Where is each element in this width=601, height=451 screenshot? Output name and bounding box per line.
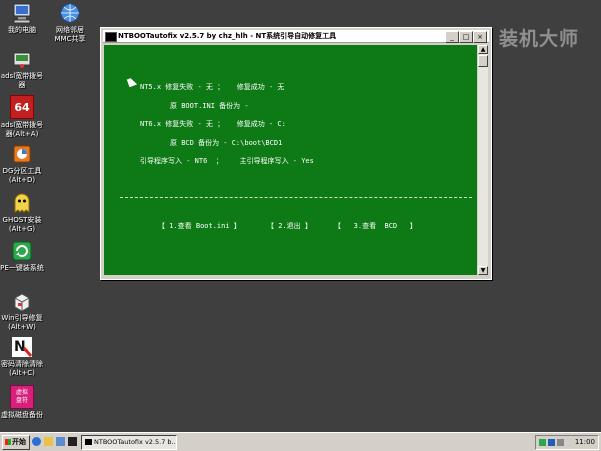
taskbar: 开始 NTBOOTautofix v2.5.7 b... 11:00 xyxy=(0,432,601,451)
bootini-backup-line: 原 BOOT.INI 备份为 - xyxy=(170,102,249,110)
desktop-icon-ghost[interactable]: GHOST安装 (Alt+G) xyxy=(0,192,48,234)
desktop-icon-dg[interactable]: DG分区工具 (Alt+D) xyxy=(0,143,48,185)
ie-icon[interactable] xyxy=(32,437,41,446)
windows-flag-icon xyxy=(5,439,11,445)
clock[interactable]: 11:00 xyxy=(575,436,595,449)
taskbar-item-label: NTBOOTautofix v2.5.7 b... xyxy=(94,438,177,446)
scroll-down-button[interactable]: ▼ xyxy=(478,266,488,275)
volume-tray-icon[interactable] xyxy=(557,439,564,446)
maximize-button[interactable]: □ xyxy=(459,31,473,43)
system-tray: 11:00 xyxy=(535,435,599,450)
desktop-icon-label: DG分区工具 (Alt+D) xyxy=(2,167,42,184)
bcd-backup-line: 原 BCD 备份为 - C:\boot\BCD1 xyxy=(170,139,283,147)
icon-badge-text: 虚拟 盘符 xyxy=(15,389,28,404)
console-icon xyxy=(105,32,117,42)
desktop-icon-label: adsl宽带拨号 器 xyxy=(0,72,44,89)
cmd-icon[interactable] xyxy=(68,437,77,446)
computer-icon xyxy=(11,2,33,24)
desktop-icon-adsl[interactable]: adsl宽带拨号 器 xyxy=(0,48,48,90)
ghost-icon xyxy=(11,192,33,214)
console-output[interactable]: NT5.x 修复失败 - 无 ； 修复成功 - 无 原 BOOT.INI 备份为… xyxy=(104,45,477,275)
network-globe-icon xyxy=(59,2,81,24)
desktop-icon-label: 我的电脑 xyxy=(8,26,36,34)
menu-option-exit[interactable]: 【 2.退出 】 xyxy=(267,221,312,231)
boot-write-line: 引导程序写入 - NT6 ； 主引导程序写入 - Yes xyxy=(140,157,314,165)
window-title: NTBOOTautofix v2.5.7 by chz_hlh - NT系统引导… xyxy=(118,32,337,40)
network-tray-icon[interactable] xyxy=(539,439,546,446)
desktop-icon-label: Win引导修复 (Alt+W) xyxy=(1,314,43,331)
vertical-scrollbar[interactable]: ▲ ▼ xyxy=(478,45,488,275)
desktop-icon-disk-tool[interactable]: 虚拟 盘符 虚拟磁盘备份 xyxy=(0,385,48,420)
icon-badge-text: 64 xyxy=(14,101,30,114)
start-label: 开始 xyxy=(12,438,26,446)
menu-option-view-bcd[interactable]: 【 3.查看 BCD 】 xyxy=(334,221,417,231)
adsl-icon xyxy=(11,48,33,70)
nt6-status-line: NT6.x 修复失败 - 无 ； 修复成功 - C: xyxy=(140,120,286,128)
desktop-icon-my-computer[interactable]: 我的电脑 xyxy=(0,2,48,35)
desktop-icon-pe-oneclick[interactable]: PE一键装系统 xyxy=(0,240,48,273)
minimize-button[interactable]: _ xyxy=(445,31,459,43)
ntbootautofix-window[interactable]: NTBOOTautofix v2.5.7 by chz_hlh - NT系统引导… xyxy=(100,27,492,280)
svg-text:N: N xyxy=(14,339,26,355)
watermark: 装机大师 xyxy=(498,28,579,50)
boot-repair-icon xyxy=(11,290,33,312)
desktop-icon-label: PE一键装系统 xyxy=(0,264,44,272)
show-desktop-icon[interactable] xyxy=(56,437,65,446)
password-clear-icon: N xyxy=(11,336,33,358)
desktop-icon-label: 虚拟磁盘备份 xyxy=(1,411,43,419)
nt5-status-line: NT5.x 修复失败 - 无 ； 修复成功 - 无 xyxy=(140,83,285,91)
desktop-icon-label: adsl宽带拨号 器(Alt+A) xyxy=(0,121,44,138)
desktop-icon-ntpwedit[interactable]: N 密码清除清除 (Alt+C) xyxy=(0,336,48,378)
close-button[interactable]: × xyxy=(473,31,487,43)
console-icon xyxy=(85,439,92,445)
taskbar-item-ntbootautofix[interactable]: NTBOOTautofix v2.5.7 b... xyxy=(81,435,177,450)
divider-line xyxy=(120,197,472,198)
disk-tool-icon: 虚拟 盘符 xyxy=(10,385,34,409)
desktop-icon-label: 密码清除清除 (Alt+C) xyxy=(1,360,43,377)
desktop-icon-label: 网络邻居 MMC共享 xyxy=(54,26,86,43)
desktop-icon-label: GHOST安装 (Alt+G) xyxy=(2,216,42,233)
scroll-thumb[interactable] xyxy=(478,55,488,67)
menu-option-view-bootini[interactable]: 【 1.查看 Boot.ini 】 xyxy=(158,221,241,231)
tool-tray-icon[interactable] xyxy=(548,439,555,446)
start-button[interactable]: 开始 xyxy=(2,435,30,450)
folder-icon[interactable] xyxy=(44,437,53,446)
disk-partition-icon xyxy=(11,143,33,165)
desktop-icon-win-boot[interactable]: Win引导修复 (Alt+W) xyxy=(0,290,48,332)
sixty-four-icon: 64 xyxy=(10,95,34,119)
desktop-icon-network[interactable]: 网络邻居 MMC共享 xyxy=(44,2,96,44)
mouse-cursor-icon xyxy=(126,76,138,88)
window-titlebar[interactable]: NTBOOTautofix v2.5.7 by chz_hlh - NT系统引导… xyxy=(103,30,489,43)
scroll-up-button[interactable]: ▲ xyxy=(478,45,488,54)
desktop-icon-64[interactable]: 64 adsl宽带拨号 器(Alt+A) xyxy=(0,95,48,139)
oneclick-install-icon xyxy=(11,240,33,262)
